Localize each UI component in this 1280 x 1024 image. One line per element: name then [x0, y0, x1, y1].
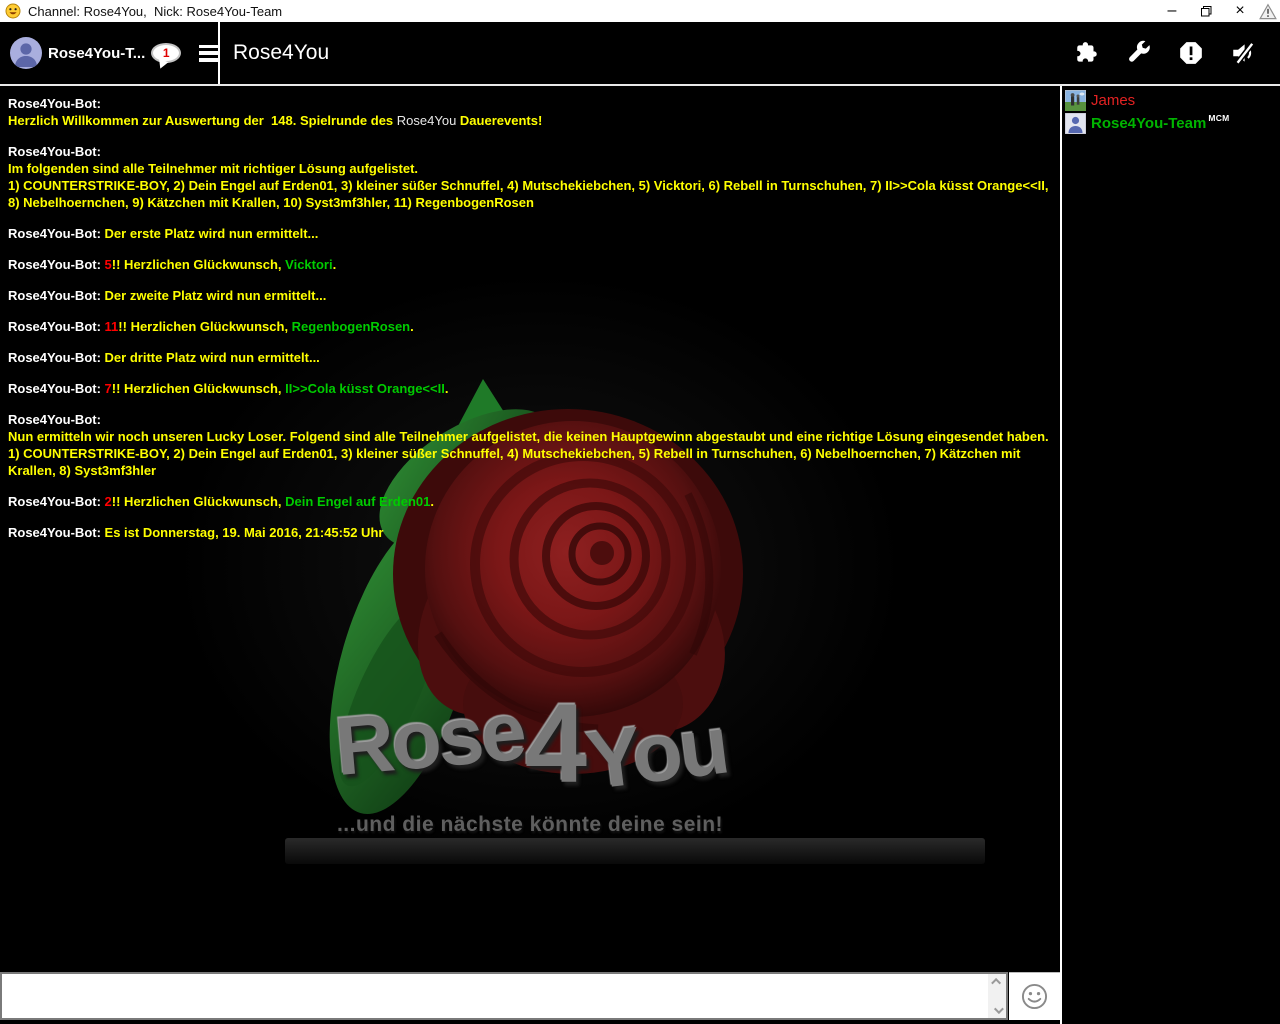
mute-button[interactable] — [1230, 40, 1256, 66]
scroll-up-button[interactable] — [988, 974, 1006, 989]
window-title: Channel: Rose4You, Nick: Rose4You-Team — [28, 3, 283, 19]
warning-indicator[interactable] — [1257, 0, 1279, 22]
photo-avatar — [1064, 89, 1087, 112]
warning-triangle-icon — [1259, 3, 1277, 19]
chat-message: Rose4You-Bot: Der zweite Platz wird nun … — [8, 288, 327, 303]
channel-title: Rose4You — [233, 41, 330, 64]
logo-text-rose: Rose — [331, 685, 528, 793]
smiley-icon — [1021, 983, 1048, 1010]
app-smiley-icon — [5, 3, 21, 19]
person-avatar — [1064, 112, 1087, 135]
logo-text-you: You — [581, 699, 732, 807]
chat-message: Rose4You-Bot: 2!! Herzlichen Glückwunsch… — [8, 494, 434, 509]
unread-messages-bubble[interactable]: 1 — [151, 43, 182, 63]
logo-tagline: ...und die nächste könnte deine sein! — [336, 812, 724, 836]
settings-button[interactable] — [1126, 40, 1152, 66]
own-user-avatar[interactable] — [10, 37, 42, 69]
minimize-button[interactable]: – — [1155, 0, 1189, 22]
header-separator — [218, 22, 220, 84]
wrench-icon — [1129, 40, 1150, 62]
chat-message: Rose4You-Bot: Der erste Platz wird nun e… — [8, 226, 319, 241]
own-user-button[interactable]: Rose4You-T... — [48, 45, 145, 62]
user-rank-badge: MCM — [1208, 112, 1230, 123]
chevron-down-icon — [993, 1004, 1004, 1015]
chat-message: Rose4You-Bot: 11!! Herzlichen Glückwunsc… — [8, 319, 414, 334]
chat-message: Rose4You-Bot: Es ist Donnerstag, 19. Mai… — [8, 525, 384, 540]
person-icon — [15, 43, 37, 67]
user-name: James — [1091, 92, 1136, 109]
chat-message: Rose4You-Bot: Der dritte Platz wird nun … — [8, 350, 320, 365]
chat-app-window: Channel: Rose4You, Nick: Rose4You-Team –… — [0, 0, 1280, 1024]
plugins-button[interactable] — [1074, 40, 1100, 66]
user-list: James Rose4You-Team MCM — [1062, 86, 1280, 1024]
composer — [0, 972, 1008, 1020]
user-list-item-rose4you-team[interactable]: Rose4You-Team MCM — [1064, 112, 1280, 135]
channel-logo: Rose 4 You ...und die nächste könnte dei… — [330, 681, 732, 837]
chat-message: Rose4You-Bot: Herzlich Willkommen zur Aus… — [8, 96, 543, 128]
chat-message: Rose4You-Bot: Im folgenden sind alle Teil… — [8, 144, 1053, 210]
composer-scrollbar[interactable] — [988, 974, 1006, 1018]
scroll-down-button[interactable] — [988, 1003, 1006, 1018]
chevron-up-icon — [990, 977, 1001, 988]
chat-message: Rose4You-Bot: 5!! Herzlichen Glückwunsch… — [8, 257, 337, 272]
chat-header: Rose4You-T... 1 Rose4You — [0, 22, 1280, 84]
unread-count: 1 — [162, 46, 170, 60]
user-name: Rose4You-Team — [1091, 115, 1207, 132]
titlebar: Channel: Rose4You, Nick: Rose4You-Team –… — [0, 0, 1280, 22]
restore-icon — [1200, 5, 1211, 16]
alert-octagon-icon — [1180, 42, 1202, 64]
logo-pedestal — [285, 838, 985, 864]
alerts-button[interactable] — [1178, 40, 1204, 66]
chat-area: Rose 4 You ...und die nächste könnte dei… — [0, 86, 1060, 972]
user-list-item-james[interactable]: James — [1064, 89, 1280, 112]
chat-message: Rose4You-Bot: 7!! Herzlichen Glückwunsch… — [8, 381, 449, 396]
chat-messages: Rose4You-Bot: Herzlich Willkommen zur Aus… — [0, 86, 1060, 564]
message-input[interactable] — [2, 974, 986, 1018]
logo-text-4: 4 — [524, 681, 587, 806]
restore-button[interactable] — [1189, 0, 1223, 22]
chat-message: Rose4You-Bot: Nun ermitteln wir noch unse… — [8, 412, 1049, 478]
puzzle-icon — [1077, 42, 1097, 62]
emoji-button[interactable] — [1009, 972, 1060, 1020]
close-button[interactable]: × — [1223, 0, 1257, 22]
speaker-muted-icon — [1233, 42, 1255, 65]
